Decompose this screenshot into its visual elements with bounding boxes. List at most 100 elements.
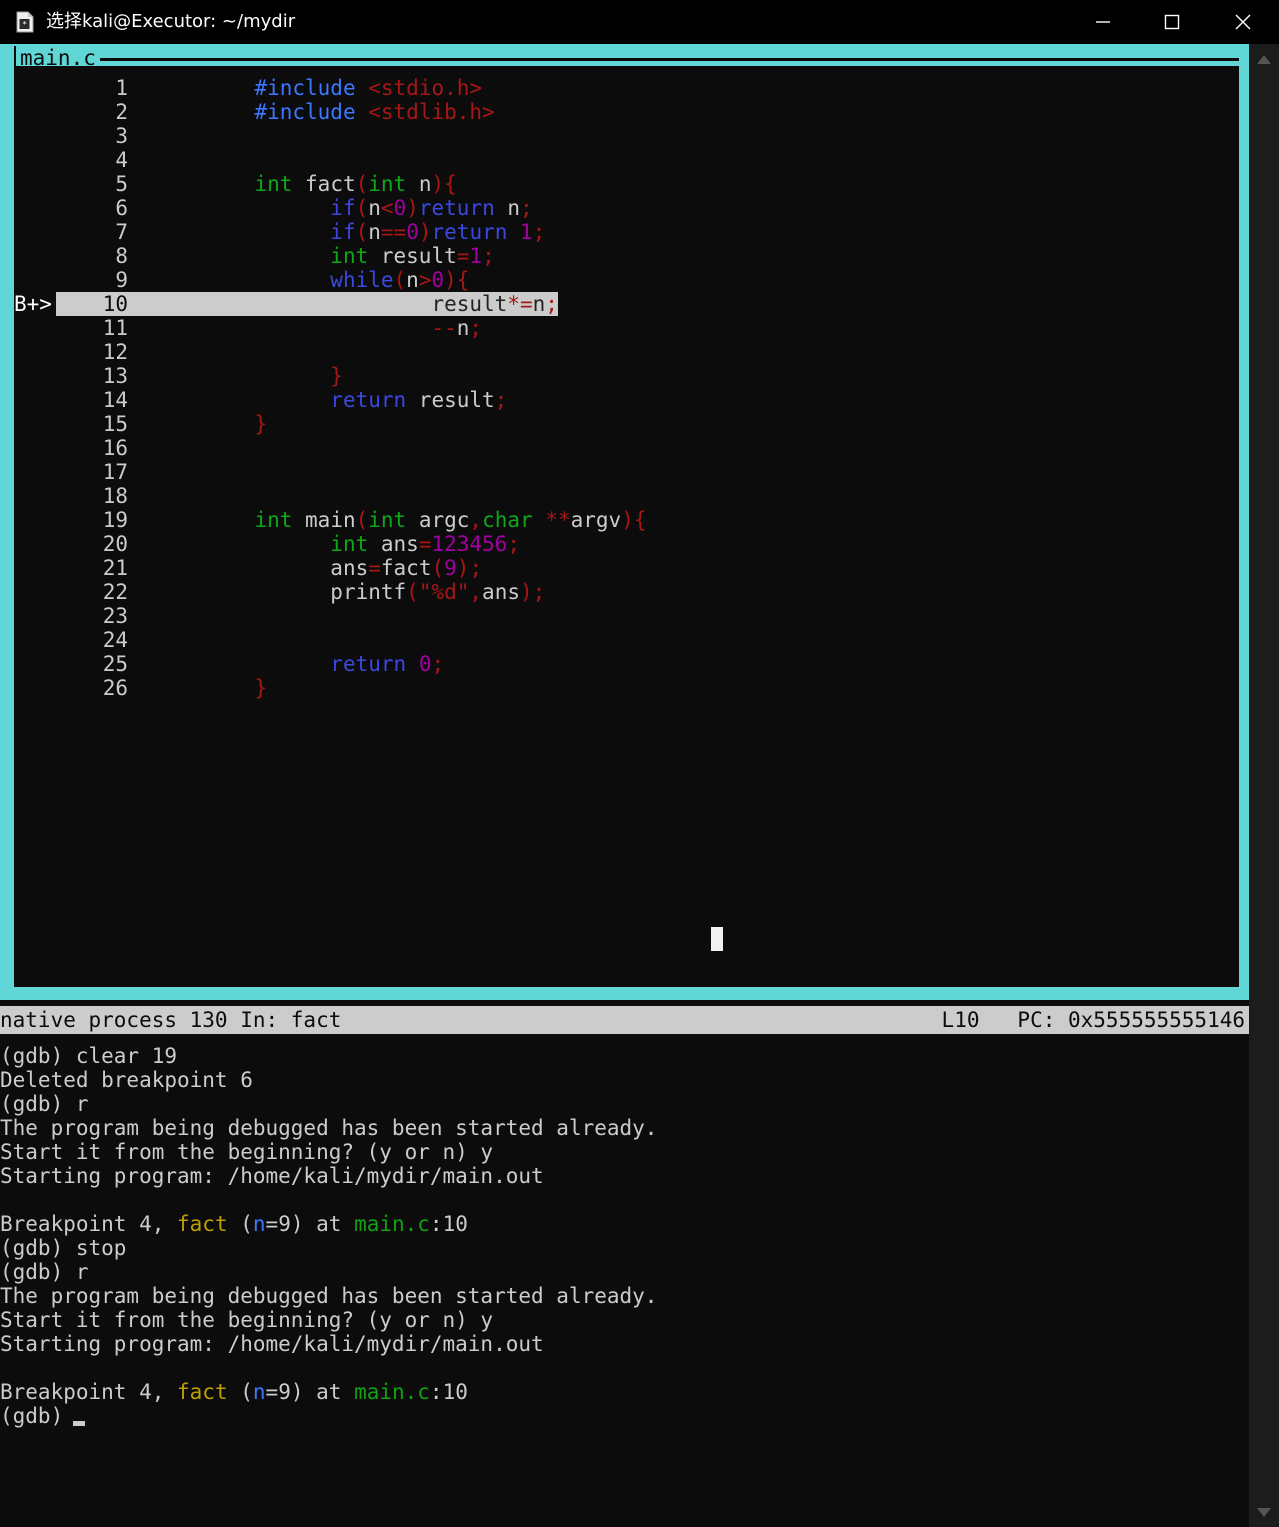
code-token: > [418, 268, 432, 292]
code-line-content: 17 [56, 460, 128, 484]
code-line: 7 if(n==0)return 1; [14, 220, 545, 244]
code-token: main [305, 508, 356, 532]
close-button[interactable] [1208, 0, 1277, 44]
tui-frame-top-rule [14, 58, 1239, 61]
console-token: main.c [354, 1212, 430, 1236]
code-line: 5 int fact(int n){ [14, 172, 456, 196]
console-token: Breakpoint 4, [0, 1380, 178, 1404]
code-token: { [456, 268, 470, 292]
code-line-content: 7 if(n==0)return 1; [56, 220, 545, 244]
status-line-number: L10 [941, 1008, 980, 1032]
console-token: Breakpoint 4, [0, 1212, 178, 1236]
code-token: argv [570, 508, 622, 532]
code-token: fact [305, 172, 356, 196]
line-marker-empty [14, 556, 56, 580]
code-line-content: 24 [56, 628, 128, 652]
maximize-button[interactable] [1137, 0, 1206, 44]
code-token: int [368, 172, 407, 196]
code-line-content: 26 } [56, 676, 267, 700]
console-token: (gdb) stop [0, 1236, 127, 1260]
current-line-highlight: 10 result*=n; [56, 292, 558, 316]
line-marker-empty [14, 100, 56, 124]
console-token: fact [177, 1212, 228, 1236]
code-token: return [330, 388, 407, 412]
code-token: 123456 [431, 532, 508, 556]
line-marker-empty [14, 484, 56, 508]
code-token: ) [519, 580, 533, 604]
code-line: 23 [14, 604, 128, 628]
code-text: if(n==0)return 1; [128, 220, 545, 244]
code-token: ; [532, 220, 546, 244]
code-line: 6 if(n<0)return n; [14, 196, 532, 220]
text-cursor-block [711, 927, 723, 951]
code-token: ; [469, 316, 483, 340]
code-token: ( [431, 556, 445, 580]
code-token: printf [330, 580, 407, 604]
code-canvas[interactable]: 1 #include <stdio.h> 2 #include <stdlib.… [14, 66, 1239, 987]
code-token: <stdio.h> [368, 76, 483, 100]
code-token: ** [545, 508, 571, 532]
code-line: 13 } [14, 364, 343, 388]
code-token: { [633, 508, 647, 532]
code-token: result [431, 292, 508, 316]
line-marker-empty [14, 172, 56, 196]
window-title: 选择kali@Executor: ~/mydir [46, 11, 296, 32]
console-line: Breakpoint 4, fact (n=9) at main.c:10 [0, 1212, 468, 1236]
line-marker-empty [14, 412, 56, 436]
code-token: #include [254, 76, 356, 100]
code-line-content: 22 printf("%d",ans); [56, 580, 546, 604]
line-number: 14 [102, 388, 128, 412]
console-line: (gdb) stop [0, 1236, 126, 1260]
code-token: int [254, 172, 293, 196]
code-token: n [532, 292, 546, 316]
code-token: = [456, 244, 470, 268]
console-token: Start it from the beginning? (y or n) y [0, 1308, 494, 1332]
console-token: Starting program: /home/kali/mydir/main.… [0, 1164, 557, 1188]
line-number: 21 [102, 556, 128, 580]
code-token: 0 [418, 652, 432, 676]
scroll-up-arrow-icon[interactable] [1249, 44, 1279, 74]
gdb-console-output[interactable]: (gdb) clear 19 Deleted breakpoint 6 (gdb)… [0, 1034, 1249, 1527]
console-token: (gdb) r [0, 1092, 89, 1116]
scroll-down-arrow-icon[interactable] [1249, 1497, 1279, 1527]
line-number: 1 [115, 76, 128, 100]
line-number: 23 [102, 604, 128, 628]
code-line-content: 23 [56, 604, 128, 628]
code-token: int [368, 508, 407, 532]
console-token: :10 [429, 1380, 468, 1404]
code-token: int [330, 532, 369, 556]
window-title-bar[interactable]: * 选择kali@Executor: ~/mydir [0, 0, 1279, 44]
code-token: 1 [469, 244, 483, 268]
line-number: 9 [115, 268, 128, 292]
code-line-content: 3 [56, 124, 128, 148]
code-token: ans [368, 532, 419, 556]
line-marker-empty [14, 148, 56, 172]
console-token: The program being debugged has been star… [0, 1116, 658, 1140]
code-line-content: 5 int fact(int n){ [56, 172, 456, 196]
code-token: ) [456, 556, 470, 580]
terminal-window[interactable]: main.c 1 #include <stdio.h> 2 #include <… [0, 44, 1249, 1527]
code-token: ; [431, 652, 445, 676]
code-line: 15 } [14, 412, 267, 436]
code-line: B+> 10 result*=n; [14, 292, 558, 316]
line-number: 5 [115, 172, 128, 196]
console-token: n [252, 1212, 266, 1236]
code-token: n [406, 268, 419, 292]
status-process-info: native process 130 In: fact [0, 1008, 342, 1032]
minimize-button[interactable] [1068, 0, 1137, 44]
code-token: 9 [444, 556, 457, 580]
code-text: int fact(int n){ [128, 172, 456, 196]
code-line: 16 [14, 436, 128, 460]
code-token: ) [621, 508, 634, 532]
window-scrollbar[interactable] [1249, 44, 1279, 1527]
maximize-icon [1164, 14, 1179, 30]
code-token: < [380, 196, 394, 220]
line-marker-empty [14, 508, 56, 532]
